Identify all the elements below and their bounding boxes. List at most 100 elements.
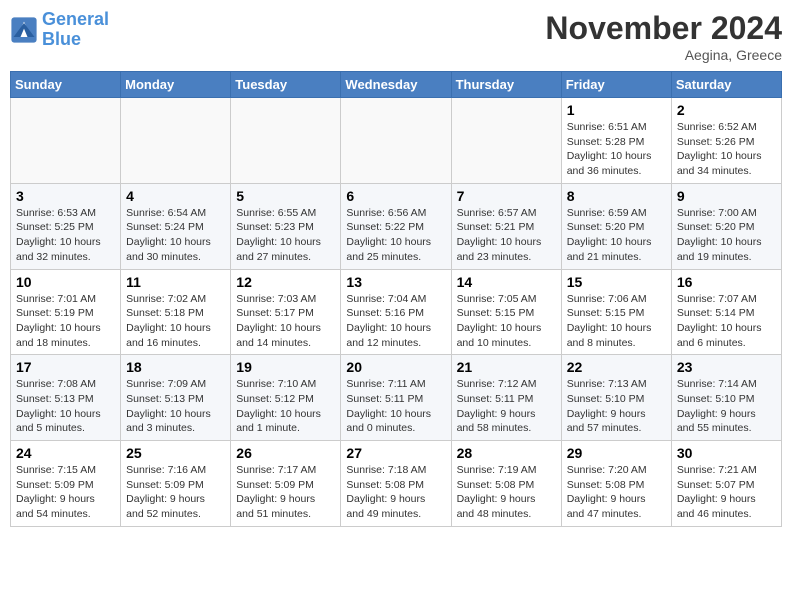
logo-line2: Blue xyxy=(42,29,81,49)
weekday-header-sunday: Sunday xyxy=(11,72,121,98)
calendar-cell: 30Sunrise: 7:21 AM Sunset: 5:07 PM Dayli… xyxy=(671,441,781,527)
calendar-week-2: 3 Sunrise: 6:53 AM Sunset: 5:25 PM Daylig… xyxy=(11,183,782,269)
calendar-cell: 22 Sunrise: 7:13 AM Sunset: 5:10 PM Dayli… xyxy=(561,355,671,441)
day-number: 24 xyxy=(16,445,115,461)
day-number: 23 xyxy=(677,359,776,375)
day-info: Sunrise: 6:57 AM Sunset: 5:21 PM Dayligh… xyxy=(457,206,556,265)
calendar-cell: 28 Sunrise: 7:19 AM Sunset: 5:08 PM Dayli… xyxy=(451,441,561,527)
calendar-cell xyxy=(451,98,561,184)
calendar-cell: 10 Sunrise: 7:01 AM Sunset: 5:19 PM Dayli… xyxy=(11,269,121,355)
day-number: 16 xyxy=(677,274,776,290)
day-number: 14 xyxy=(457,274,556,290)
calendar-cell: 1 Sunrise: 6:51 AM Sunset: 5:28 PM Daylig… xyxy=(561,98,671,184)
calendar-cell: 12 Sunrise: 7:03 AM Sunset: 5:17 PM Dayli… xyxy=(231,269,341,355)
day-info: Sunrise: 6:55 AM Sunset: 5:23 PM Dayligh… xyxy=(236,206,335,265)
calendar-cell: 29 Sunrise: 7:20 AM Sunset: 5:08 PM Dayli… xyxy=(561,441,671,527)
calendar-cell: 18 Sunrise: 7:09 AM Sunset: 5:13 PM Dayli… xyxy=(121,355,231,441)
calendar-cell: 24 Sunrise: 7:15 AM Sunset: 5:09 PM Dayli… xyxy=(11,441,121,527)
day-number: 9 xyxy=(677,188,776,204)
day-number: 6 xyxy=(346,188,445,204)
title-block: November 2024 Aegina, Greece xyxy=(545,10,782,63)
day-number: 12 xyxy=(236,274,335,290)
day-info: Sunrise: 6:59 AM Sunset: 5:20 PM Dayligh… xyxy=(567,206,666,265)
calendar-cell: 3 Sunrise: 6:53 AM Sunset: 5:25 PM Daylig… xyxy=(11,183,121,269)
logo-text: General Blue xyxy=(42,10,109,50)
day-number: 26 xyxy=(236,445,335,461)
day-info: Sunrise: 6:52 AM Sunset: 5:26 PM Dayligh… xyxy=(677,120,776,179)
day-number: 17 xyxy=(16,359,115,375)
day-info: Sunrise: 7:17 AM Sunset: 5:09 PM Dayligh… xyxy=(236,463,335,522)
day-number: 5 xyxy=(236,188,335,204)
calendar-cell: 11Sunrise: 7:02 AM Sunset: 5:18 PM Dayli… xyxy=(121,269,231,355)
day-number: 28 xyxy=(457,445,556,461)
calendar-cell: 6 Sunrise: 6:56 AM Sunset: 5:22 PM Daylig… xyxy=(341,183,451,269)
day-number: 8 xyxy=(567,188,666,204)
calendar-week-5: 24 Sunrise: 7:15 AM Sunset: 5:09 PM Dayli… xyxy=(11,441,782,527)
day-number: 13 xyxy=(346,274,445,290)
logo: General Blue xyxy=(10,10,109,50)
weekday-header-friday: Friday xyxy=(561,72,671,98)
calendar-cell: 19 Sunrise: 7:10 AM Sunset: 5:12 PM Dayli… xyxy=(231,355,341,441)
day-number: 19 xyxy=(236,359,335,375)
day-info: Sunrise: 7:11 AM Sunset: 5:11 PM Dayligh… xyxy=(346,377,445,436)
day-info: Sunrise: 7:05 AM Sunset: 5:15 PM Dayligh… xyxy=(457,292,556,351)
day-info: Sunrise: 7:14 AM Sunset: 5:10 PM Dayligh… xyxy=(677,377,776,436)
weekday-header-saturday: Saturday xyxy=(671,72,781,98)
day-number: 30 xyxy=(677,445,776,461)
logo-line1: General xyxy=(42,9,109,29)
day-info: Sunrise: 6:53 AM Sunset: 5:25 PM Dayligh… xyxy=(16,206,115,265)
day-info: Sunrise: 7:16 AM Sunset: 5:09 PM Dayligh… xyxy=(126,463,225,522)
day-info: Sunrise: 6:51 AM Sunset: 5:28 PM Dayligh… xyxy=(567,120,666,179)
day-info: Sunrise: 7:09 AM Sunset: 5:13 PM Dayligh… xyxy=(126,377,225,436)
day-info: Sunrise: 7:20 AM Sunset: 5:08 PM Dayligh… xyxy=(567,463,666,522)
day-number: 18 xyxy=(126,359,225,375)
day-number: 21 xyxy=(457,359,556,375)
day-info: Sunrise: 6:56 AM Sunset: 5:22 PM Dayligh… xyxy=(346,206,445,265)
calendar-cell: 14 Sunrise: 7:05 AM Sunset: 5:15 PM Dayli… xyxy=(451,269,561,355)
day-number: 15 xyxy=(567,274,666,290)
day-info: Sunrise: 7:15 AM Sunset: 5:09 PM Dayligh… xyxy=(16,463,115,522)
day-number: 7 xyxy=(457,188,556,204)
calendar-week-1: 1 Sunrise: 6:51 AM Sunset: 5:28 PM Daylig… xyxy=(11,98,782,184)
calendar-cell: 5 Sunrise: 6:55 AM Sunset: 5:23 PM Daylig… xyxy=(231,183,341,269)
day-info: Sunrise: 7:00 AM Sunset: 5:20 PM Dayligh… xyxy=(677,206,776,265)
location: Aegina, Greece xyxy=(545,47,782,63)
day-info: Sunrise: 7:04 AM Sunset: 5:16 PM Dayligh… xyxy=(346,292,445,351)
calendar-cell: 2Sunrise: 6:52 AM Sunset: 5:26 PM Daylig… xyxy=(671,98,781,184)
logo-icon xyxy=(10,16,38,44)
calendar-cell: 27Sunrise: 7:18 AM Sunset: 5:08 PM Dayli… xyxy=(341,441,451,527)
weekday-header-thursday: Thursday xyxy=(451,72,561,98)
day-info: Sunrise: 7:12 AM Sunset: 5:11 PM Dayligh… xyxy=(457,377,556,436)
day-number: 25 xyxy=(126,445,225,461)
calendar-week-3: 10 Sunrise: 7:01 AM Sunset: 5:19 PM Dayli… xyxy=(11,269,782,355)
calendar-cell: 20Sunrise: 7:11 AM Sunset: 5:11 PM Dayli… xyxy=(341,355,451,441)
day-number: 22 xyxy=(567,359,666,375)
calendar-week-4: 17Sunrise: 7:08 AM Sunset: 5:13 PM Dayli… xyxy=(11,355,782,441)
calendar-cell: 26 Sunrise: 7:17 AM Sunset: 5:09 PM Dayli… xyxy=(231,441,341,527)
day-info: Sunrise: 7:07 AM Sunset: 5:14 PM Dayligh… xyxy=(677,292,776,351)
day-number: 1 xyxy=(567,102,666,118)
day-number: 4 xyxy=(126,188,225,204)
weekday-header-wednesday: Wednesday xyxy=(341,72,451,98)
calendar-cell xyxy=(341,98,451,184)
day-info: Sunrise: 7:06 AM Sunset: 5:15 PM Dayligh… xyxy=(567,292,666,351)
calendar-cell: 13 Sunrise: 7:04 AM Sunset: 5:16 PM Dayli… xyxy=(341,269,451,355)
calendar-cell: 4Sunrise: 6:54 AM Sunset: 5:24 PM Daylig… xyxy=(121,183,231,269)
day-number: 3 xyxy=(16,188,115,204)
day-info: Sunrise: 7:10 AM Sunset: 5:12 PM Dayligh… xyxy=(236,377,335,436)
weekday-header-monday: Monday xyxy=(121,72,231,98)
day-info: Sunrise: 7:19 AM Sunset: 5:08 PM Dayligh… xyxy=(457,463,556,522)
day-number: 29 xyxy=(567,445,666,461)
day-info: Sunrise: 7:13 AM Sunset: 5:10 PM Dayligh… xyxy=(567,377,666,436)
weekday-header-row: SundayMondayTuesdayWednesdayThursdayFrid… xyxy=(11,72,782,98)
day-info: Sunrise: 7:03 AM Sunset: 5:17 PM Dayligh… xyxy=(236,292,335,351)
day-info: Sunrise: 7:01 AM Sunset: 5:19 PM Dayligh… xyxy=(16,292,115,351)
day-number: 10 xyxy=(16,274,115,290)
calendar-cell xyxy=(121,98,231,184)
calendar-cell: 21 Sunrise: 7:12 AM Sunset: 5:11 PM Dayli… xyxy=(451,355,561,441)
calendar-cell: 9 Sunrise: 7:00 AM Sunset: 5:20 PM Daylig… xyxy=(671,183,781,269)
weekday-header-tuesday: Tuesday xyxy=(231,72,341,98)
day-info: Sunrise: 7:02 AM Sunset: 5:18 PM Dayligh… xyxy=(126,292,225,351)
calendar-cell: 8 Sunrise: 6:59 AM Sunset: 5:20 PM Daylig… xyxy=(561,183,671,269)
day-number: 27 xyxy=(346,445,445,461)
